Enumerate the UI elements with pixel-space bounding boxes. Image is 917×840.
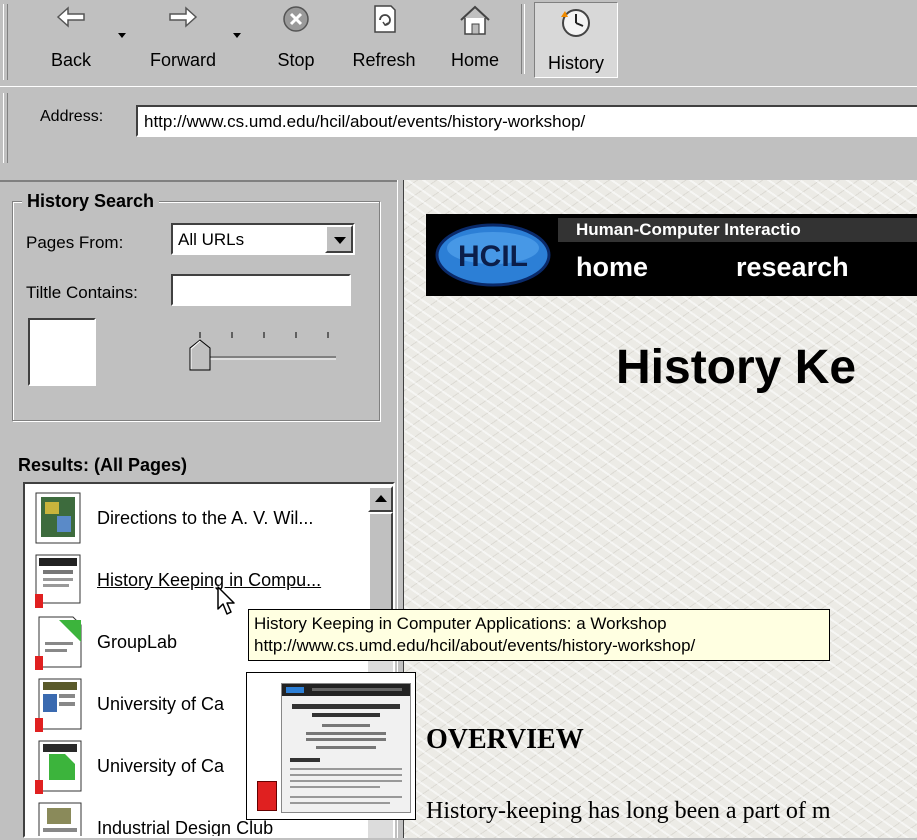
page-thumbnail-icon xyxy=(35,616,82,670)
banner-org-name: Human-Computer Interactio xyxy=(576,220,801,239)
result-title: Directions to the A. V. Wil... xyxy=(97,508,314,528)
title-contains-label: Tiltle Contains: xyxy=(26,283,138,302)
stop-label: Stop xyxy=(277,50,315,70)
thumbnail-preview-box xyxy=(28,318,96,386)
refresh-icon xyxy=(374,5,396,33)
history-clock-icon xyxy=(561,9,590,37)
page-thumbnail-icon xyxy=(35,492,81,544)
title-contains-input[interactable] xyxy=(171,274,351,306)
forward-button[interactable]: Forward xyxy=(138,0,228,78)
tooltip-url: http://www.cs.umd.edu/hcil/about/events/… xyxy=(254,636,696,655)
address-label: Address: xyxy=(40,108,104,125)
page-thumbnail-icon xyxy=(35,740,82,794)
mouse-pointer-icon xyxy=(217,586,235,615)
page-thumbnail-icon xyxy=(35,678,82,732)
stop-button[interactable]: Stop xyxy=(264,0,328,78)
web-page-content: HCIL Human-Computer Interactio home rese… xyxy=(404,180,917,838)
toolbar-grip[interactable] xyxy=(3,4,8,80)
navigation-toolbar: Back Forward Stop Refresh Home History xyxy=(0,0,917,84)
forward-arrow-icon xyxy=(169,6,198,28)
result-title: GroupLab xyxy=(97,632,178,652)
history-search-legend: History Search xyxy=(22,191,160,212)
results-title: Results: (All Pages) xyxy=(18,455,188,475)
toolbar-separator xyxy=(521,4,525,74)
history-tooltip: History Keeping in Computer Applications… xyxy=(248,609,830,661)
site-banner: HCIL Human-Computer Interactio home rese… xyxy=(426,214,917,296)
back-dropdown-icon[interactable] xyxy=(118,33,126,38)
home-button[interactable]: Home xyxy=(440,0,510,78)
nav-research-link[interactable]: research xyxy=(736,252,849,283)
page-thumbnail-icon xyxy=(38,802,82,836)
overview-paragraph: History-keeping has long been a part of … xyxy=(426,798,831,824)
pages-from-value: All URLs xyxy=(178,230,245,249)
result-title: University of Ca xyxy=(97,694,225,714)
address-bar-grip[interactable] xyxy=(3,93,8,163)
history-button[interactable]: History xyxy=(534,2,618,78)
visit-badge xyxy=(257,781,277,811)
forward-label: Forward xyxy=(149,50,216,70)
pages-from-label: Pages From: xyxy=(26,233,124,252)
back-arrow-icon xyxy=(56,6,85,28)
refresh-label: Refresh xyxy=(352,50,416,70)
slider-thumb xyxy=(189,339,211,371)
page-preview-thumbnail xyxy=(281,683,411,813)
thumbnail-size-slider[interactable] xyxy=(182,324,342,384)
home-icon xyxy=(460,5,490,35)
svg-text:HCIL: HCIL xyxy=(458,240,528,273)
home-label: Home xyxy=(450,50,499,70)
address-input[interactable]: http://www.cs.umd.edu/hcil/about/events/… xyxy=(136,105,917,137)
result-title: Industrial Design Club xyxy=(97,818,274,838)
page-preview-popup xyxy=(246,672,416,820)
forward-dropdown-icon[interactable] xyxy=(233,33,241,38)
hcil-logo[interactable]: HCIL xyxy=(434,222,552,288)
result-item[interactable]: Directions to the A. V. Wil... xyxy=(25,488,369,550)
refresh-button[interactable]: Refresh xyxy=(338,0,430,78)
back-label: Back xyxy=(50,50,92,70)
page-thumbnail-icon xyxy=(35,554,81,608)
dropdown-arrow-icon[interactable] xyxy=(325,225,353,253)
nav-home-link[interactable]: home xyxy=(576,252,648,283)
scrollbar-thumb[interactable] xyxy=(368,512,393,622)
back-button[interactable]: Back xyxy=(36,0,106,78)
history-label: History xyxy=(547,53,604,73)
result-title: History Keeping in Compu... xyxy=(97,570,322,590)
overview-heading: OVERVIEW xyxy=(426,724,584,755)
result-title: University of Ca xyxy=(97,756,225,776)
scroll-up-arrow-icon[interactable] xyxy=(368,486,393,512)
stop-icon xyxy=(283,6,309,32)
pages-from-select[interactable]: All URLs xyxy=(171,223,355,255)
tooltip-title: History Keeping in Computer Applications… xyxy=(254,614,667,633)
result-item[interactable]: History Keeping in Compu... xyxy=(25,550,369,612)
page-heading: History Ke xyxy=(616,341,857,394)
